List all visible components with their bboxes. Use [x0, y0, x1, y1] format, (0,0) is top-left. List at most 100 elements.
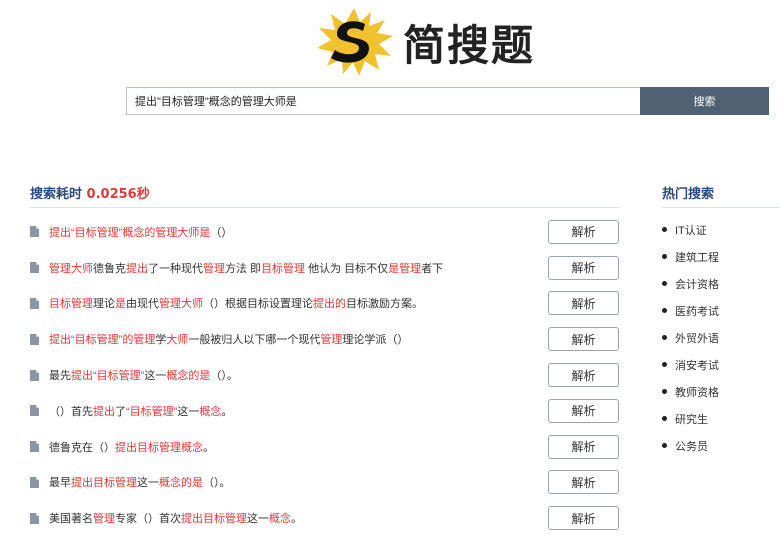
hot-search-item[interactable]: 会计资格: [662, 270, 780, 297]
bullet-icon: [662, 443, 667, 448]
brand-name: 简搜题: [403, 20, 536, 70]
hot-search-panel: 热门搜索 IT认证建筑工程会计资格医药考试外贸外语 消安考试 教师资格研究生公务员: [662, 182, 780, 459]
highlighted-text: 提出“目标管理”的管理: [49, 334, 156, 347]
site-logo[interactable]: 简搜题: [313, 6, 535, 78]
hot-search-label: 医药考试: [675, 305, 719, 318]
result-row[interactable]: 德鲁克在（）提出目标管理概念。 解析: [30, 429, 620, 465]
result-row[interactable]: 管理大师德鲁克提出了一种现代管理方法 即目标管理 他认为 目标不仅是管理者下 解析: [30, 250, 620, 286]
bullet-icon: [662, 335, 667, 340]
highlighted-text: 是: [115, 298, 126, 311]
result-row[interactable]: 提出“目标管理”的管理学大师一般被归人以下哪一个现代管理理论学派（） 解析: [30, 321, 620, 357]
hot-search-title: 热门搜索: [662, 182, 780, 208]
result-row[interactable]: 提出“目标管理”概念的管理大师是（） 解析: [30, 214, 620, 250]
result-link[interactable]: 提出“目标管理”概念的管理大师是（）: [49, 224, 232, 240]
hot-search-list: IT认证建筑工程会计资格医药考试外贸外语 消安考试 教师资格研究生公务员: [662, 216, 780, 459]
highlighted-text: 管理: [320, 334, 343, 347]
result-text-segment: 学: [155, 334, 167, 347]
result-text-segment: 。: [291, 513, 302, 526]
result-row[interactable]: 最先提出“目标管理”这一概念的是（）。 解析: [30, 357, 620, 393]
result-link[interactable]: 提出“目标管理”的管理学大师一般被归人以下哪一个现代管理理论学派（）: [49, 331, 408, 347]
result-row[interactable]: 目标管理理论是由现代管理大师（）根据目标设置理论提出的目标激励方案。 解析: [30, 286, 620, 322]
result-text-segment: （）。: [210, 370, 238, 383]
bullet-icon: [662, 389, 667, 394]
highlighted-text: 概念的是: [166, 370, 211, 383]
result-text-segment: 德鲁克在（）: [49, 441, 115, 454]
result-text-segment: 理论: [93, 298, 115, 311]
hot-search-label: IT认证: [675, 224, 707, 237]
results-panel: 搜索耗时 0.0256秒 提出“目标管理”概念的管理大师是（） 解析 管理大师德鲁克…: [30, 182, 620, 536]
analyze-button[interactable]: 解析: [548, 434, 619, 459]
highlighted-text: 提出目标管理: [181, 513, 247, 526]
search-input[interactable]: [126, 87, 640, 115]
search-time-value: 0.0256秒: [86, 187, 150, 202]
highlighted-text: “目标管理”: [126, 405, 178, 418]
result-text-segment: 这一: [137, 477, 159, 490]
analyze-button[interactable]: 解析: [548, 327, 619, 352]
result-text-segment: 专家（）首次: [115, 513, 181, 526]
highlighted-text: 是管理: [388, 262, 422, 275]
result-row[interactable]: 美国著名管理专家（）首次提出目标管理这一概念。 解析: [30, 500, 620, 536]
bullet-icon: [662, 281, 667, 286]
hot-search-item[interactable]: 教师资格: [662, 378, 780, 405]
result-link[interactable]: 管理大师德鲁克提出了一种现代管理方法 即目标管理 他认为 目标不仅是管理者下: [49, 260, 443, 276]
result-row[interactable]: 最早提出目标管理这一概念的是（）。 解析: [30, 465, 620, 501]
result-text-segment: （）首先: [49, 405, 93, 418]
highlighted-text: 提出: [93, 405, 115, 418]
highlighted-text: 管理: [93, 513, 115, 526]
search-button[interactable]: 搜索: [640, 87, 769, 115]
analyze-button[interactable]: 解析: [548, 506, 619, 531]
hot-search-label: 建筑工程: [675, 251, 719, 264]
result-link[interactable]: 目标管理理论是由现代管理大师（）根据目标设置理论提出的目标激励方案。: [49, 295, 423, 311]
analyze-button[interactable]: 解析: [548, 291, 619, 316]
hot-search-item[interactable]: 建筑工程: [662, 243, 780, 270]
analyze-button[interactable]: 解析: [548, 219, 619, 244]
result-text-segment: 一般被归人以下哪一个现代: [188, 334, 321, 347]
result-link[interactable]: 最早提出目标管理这一概念的是（）。: [49, 474, 231, 490]
highlighted-text: 管理大师: [159, 298, 203, 311]
document-icon: [30, 441, 39, 453]
result-link[interactable]: 德鲁克在（）提出目标管理概念。: [49, 439, 214, 455]
document-icon: [30, 262, 39, 274]
highlighted-text: 管理: [203, 262, 225, 275]
result-text-segment: 他认为 目标不仅: [305, 262, 389, 275]
result-text-segment: 目标激励方案。: [346, 298, 423, 311]
result-text-segment: 最早: [49, 477, 71, 490]
hot-search-item[interactable]: 消安考试: [662, 351, 780, 378]
analyze-button[interactable]: 解析: [548, 255, 619, 280]
document-icon: [30, 369, 39, 381]
result-row[interactable]: （）首先提出了“目标管理”这一概念。 解析: [30, 393, 620, 429]
analyze-button[interactable]: 解析: [548, 363, 619, 388]
hot-search-label: 公务员: [675, 440, 708, 453]
result-text-segment: 理论学派（）: [342, 334, 409, 347]
analyze-button[interactable]: 解析: [548, 470, 619, 495]
document-icon: [30, 476, 39, 488]
hot-search-label: 研究生: [675, 413, 708, 426]
search-time-label: 搜索耗时: [30, 187, 83, 202]
document-icon: [30, 297, 39, 309]
hot-search-item[interactable]: 公务员: [662, 432, 780, 459]
highlighted-text: 目标管理: [49, 298, 93, 311]
highlighted-text: 提出: [126, 262, 148, 275]
bullet-icon: [662, 416, 667, 421]
result-text-segment: （）。: [203, 477, 231, 490]
highlighted-text: 提出“目标管理”: [71, 370, 145, 383]
hot-search-item[interactable]: IT认证: [662, 216, 780, 243]
result-link[interactable]: 美国著名管理专家（）首次提出目标管理这一概念。: [49, 510, 302, 526]
analyze-button[interactable]: 解析: [548, 398, 619, 423]
highlighted-text: 提出目标管理: [71, 477, 137, 490]
hot-search-item[interactable]: 医药考试: [662, 297, 780, 324]
result-link[interactable]: 最先提出“目标管理”这一概念的是（）。: [49, 367, 238, 383]
result-text-segment: 方法 即: [225, 262, 262, 275]
hot-search-item[interactable]: 外贸外语: [662, 324, 780, 351]
result-text-segment: （）根据目标设置理论: [203, 298, 313, 311]
result-text-segment: 这一: [144, 370, 167, 383]
result-link[interactable]: （）首先提出了“目标管理”这一概念。: [49, 403, 232, 419]
highlighted-text: 概念的是: [159, 477, 203, 490]
result-text-segment: 这一: [247, 513, 269, 526]
bullet-icon: [662, 254, 667, 259]
document-icon: [30, 226, 39, 238]
bullet-icon: [662, 308, 667, 313]
hot-search-item[interactable]: 研究生: [662, 405, 780, 432]
document-icon: [30, 405, 39, 417]
highlighted-text: 提出“目标管理”概念的管理大师是: [49, 226, 211, 239]
